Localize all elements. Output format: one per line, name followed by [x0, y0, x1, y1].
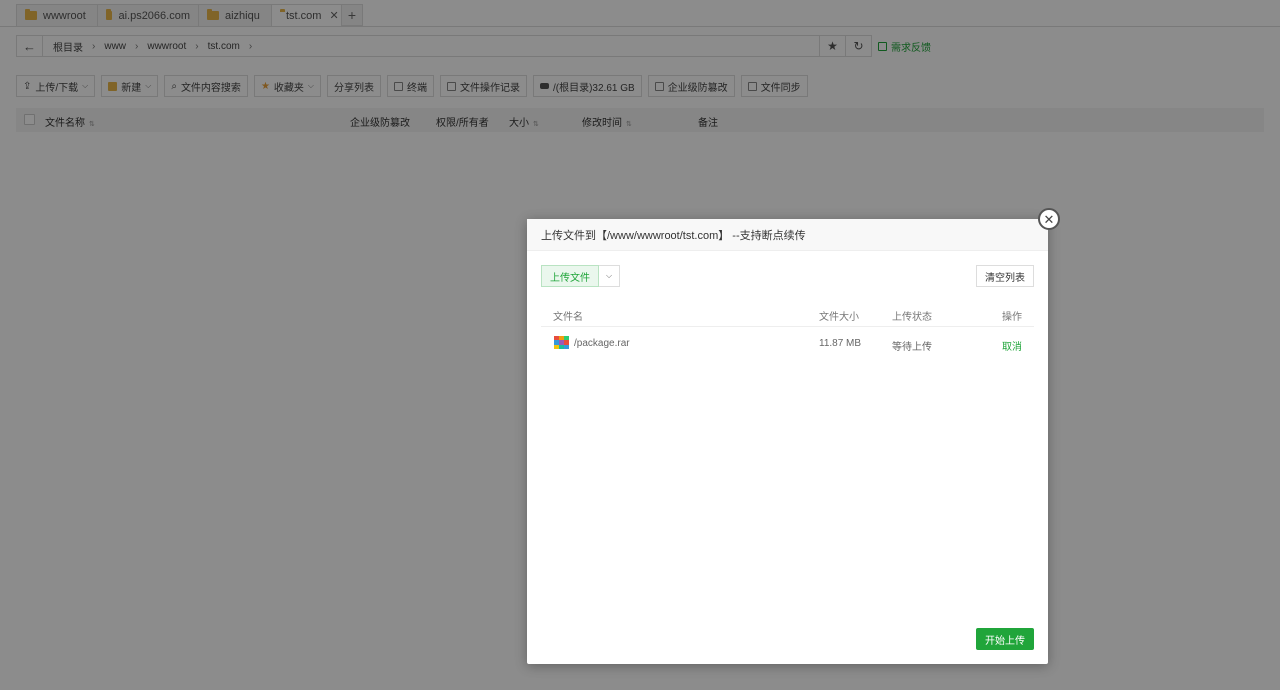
file-size: 11.87 MB — [819, 338, 862, 349]
dialog-title: 上传文件到【/www/wwwroot/tst.com】 --支持断点续传 — [527, 219, 1048, 251]
upload-dialog: 上传文件到【/www/wwwroot/tst.com】 --支持断点续传 上传文… — [527, 219, 1048, 664]
file-name: /package.rar — [574, 338, 630, 349]
upload-status: 等待上传 — [892, 342, 932, 353]
upload-file-table: 文件名 文件大小 上传状态 操作 /package.rar 11.87 MB 等… — [541, 301, 1034, 359]
col-file-size: 文件大小 — [819, 312, 859, 323]
col-upload-status: 上传状态 — [892, 312, 932, 323]
rar-archive-icon — [554, 336, 569, 349]
start-upload-button[interactable]: 开始上传 — [976, 628, 1034, 650]
col-action: 操作 — [1002, 312, 1022, 323]
col-file-name: 文件名 — [553, 312, 583, 323]
table-row: /package.rar 11.87 MB 等待上传 取消 — [541, 327, 1034, 359]
chevron-down-icon[interactable]: ⌵ — [599, 265, 620, 287]
upload-file-button[interactable]: 上传文件 — [541, 265, 599, 287]
close-icon[interactable]: ✕ — [1038, 208, 1060, 230]
cancel-upload-link[interactable]: 取消 — [1002, 338, 1022, 353]
clear-list-button[interactable]: 清空列表 — [976, 265, 1034, 287]
upload-button-group: 上传文件 ⌵ — [541, 265, 620, 287]
upload-table-header: 文件名 文件大小 上传状态 操作 — [541, 301, 1034, 327]
